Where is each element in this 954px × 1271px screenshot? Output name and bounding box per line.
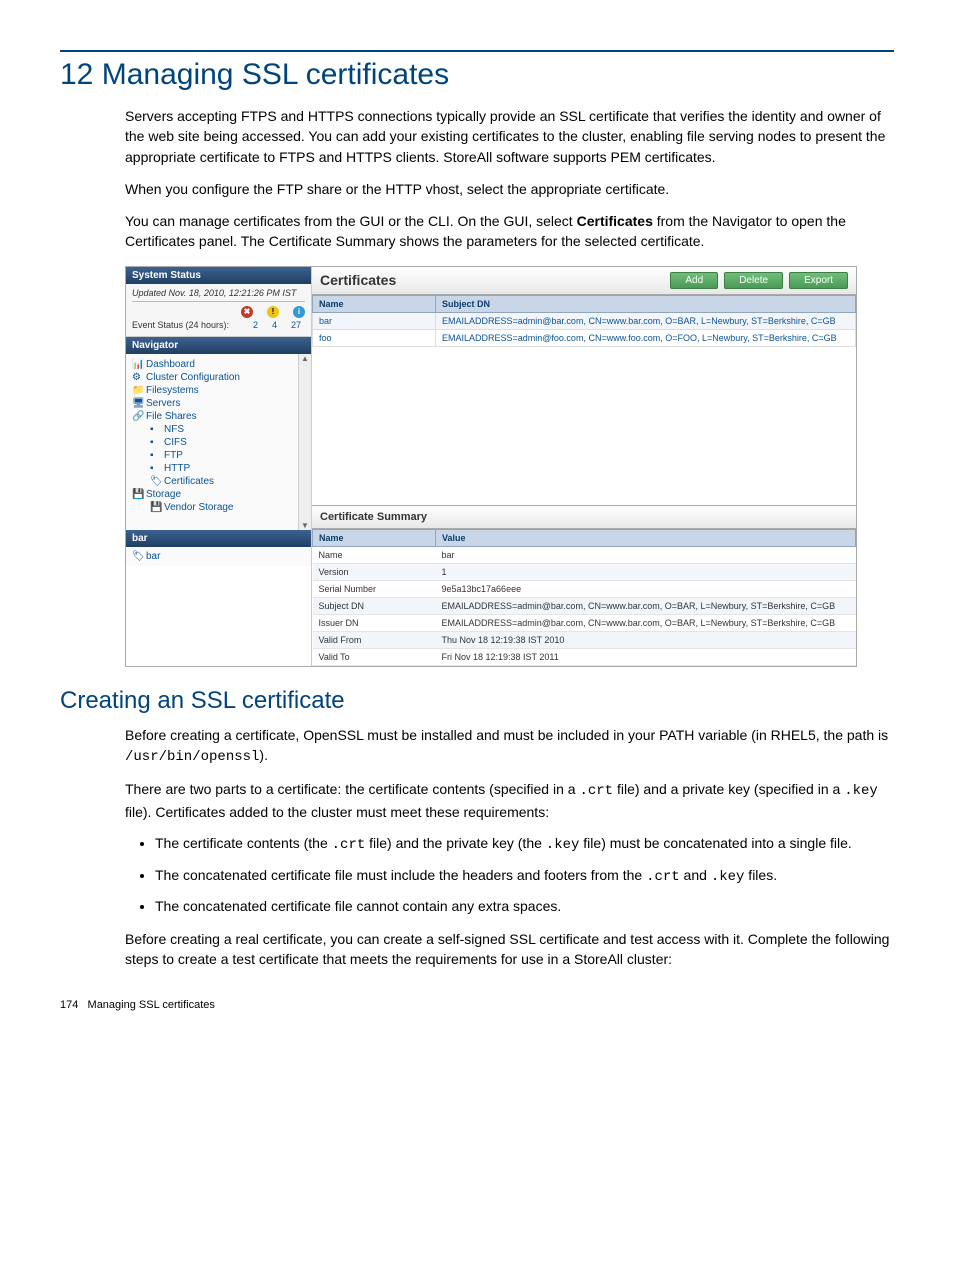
protocol-icon: ▪: [150, 424, 160, 434]
summary-row: Serial Number9e5a13bc17a66eee: [313, 580, 856, 597]
event-status-label: Event Status (24 hours):: [132, 320, 229, 330]
protocol-icon: ▪: [150, 463, 160, 473]
col-name[interactable]: Name: [313, 295, 436, 312]
summary-row: Version1: [313, 563, 856, 580]
nav-cifs[interactable]: ▪CIFS: [128, 436, 309, 449]
requirements-list: The certificate contents (the .crt file)…: [125, 834, 894, 917]
certificate-icon: 🏷: [132, 551, 142, 561]
protocol-icon: ▪: [150, 437, 160, 447]
summary-row: Subject DNEMAILADDRESS=admin@bar.com, CN…: [313, 597, 856, 614]
certificates-table: Name Subject DN barEMAILADDRESS=admin@ba…: [312, 295, 856, 347]
intro-p2: When you configure the FTP share or the …: [125, 179, 894, 199]
cert-row[interactable]: fooEMAILADDRESS=admin@foo.com, CN=www.fo…: [313, 329, 856, 346]
certificate-icon: 🏷: [150, 476, 160, 486]
add-button[interactable]: Add: [670, 272, 718, 289]
warning-icon: !: [267, 306, 279, 318]
disk-icon: 💾: [150, 502, 160, 512]
summary-row: Issuer DNEMAILADDRESS=admin@bar.com, CN=…: [313, 614, 856, 631]
share-icon: 🔗: [132, 411, 142, 421]
disk-icon: 💾: [132, 489, 142, 499]
info-icon: i: [293, 306, 305, 318]
summary-row: Namebar: [313, 546, 856, 563]
summary-row: Valid FromThu Nov 18 12:19:38 IST 2010: [313, 631, 856, 648]
footer-label: Managing SSL certificates: [88, 999, 215, 1011]
nav-http[interactable]: ▪HTTP: [128, 462, 309, 475]
event-count-info[interactable]: 27: [291, 320, 301, 330]
nav-ftp[interactable]: ▪FTP: [128, 449, 309, 462]
intro-p3: You can manage certificates from the GUI…: [125, 211, 894, 252]
nav-cluster-config[interactable]: ⚙Cluster Configuration: [128, 371, 309, 384]
nav-nfs[interactable]: ▪NFS: [128, 423, 309, 436]
scroll-down-icon[interactable]: ▼: [301, 521, 309, 530]
protocol-icon: ▪: [150, 450, 160, 460]
nav-filesystems[interactable]: 📁Filesystems: [128, 384, 309, 397]
status-updated: Updated Nov. 18, 2010, 12:21:26 PM IST: [132, 288, 305, 302]
chapter-rule: [60, 50, 894, 52]
scroll-up-icon[interactable]: ▲: [301, 354, 309, 363]
error-icon: ✖: [241, 306, 253, 318]
gui-screenshot: System Status Updated Nov. 18, 2010, 12:…: [125, 266, 857, 667]
sec2-p3: Before creating a real certificate, you …: [125, 929, 894, 970]
nav-vendor-storage[interactable]: 💾Vendor Storage: [128, 501, 309, 514]
list-item: The concatenated certificate file must i…: [155, 866, 894, 888]
chapter-heading: 12 Managing SSL certificates: [60, 58, 894, 92]
selected-item[interactable]: 🏷bar: [126, 547, 311, 566]
summary-table: Name Value Namebar Version1 Serial Numbe…: [312, 529, 856, 666]
intro-p1: Servers accepting FTPS and HTTPS connect…: [125, 106, 894, 167]
chapter-number: 12: [60, 58, 93, 91]
sec2-p1: Before creating a certificate, OpenSSL m…: [125, 725, 894, 768]
list-item: The certificate contents (the .crt file)…: [155, 834, 894, 856]
nav-dashboard[interactable]: 📊Dashboard: [128, 358, 309, 371]
delete-button[interactable]: Delete: [724, 272, 783, 289]
nav-storage[interactable]: 💾Storage: [128, 488, 309, 501]
nav-certificates[interactable]: 🏷Certificates: [128, 475, 309, 488]
page-footer: 174 Managing SSL certificates: [60, 999, 894, 1011]
folder-icon: 📁: [132, 385, 142, 395]
list-item: The concatenated certificate file cannot…: [155, 897, 894, 917]
summary-col-value: Value: [436, 529, 856, 546]
cert-row[interactable]: barEMAILADDRESS=admin@bar.com, CN=www.ba…: [313, 312, 856, 329]
chart-icon: 📊: [132, 359, 142, 369]
col-subject[interactable]: Subject DN: [436, 295, 856, 312]
certificates-title: Certificates: [320, 272, 396, 288]
gear-icon: ⚙: [132, 372, 142, 382]
system-status-header: System Status: [126, 267, 311, 284]
event-count-warn[interactable]: 4: [272, 320, 277, 330]
sec2-p2: There are two parts to a certificate: th…: [125, 779, 894, 822]
summary-row: Valid ToFri Nov 18 12:19:38 IST 2011: [313, 648, 856, 665]
nav-scrollbar[interactable]: ▲▼: [298, 354, 311, 530]
event-count-error[interactable]: 2: [253, 320, 258, 330]
chapter-title: Managing SSL certificates: [102, 58, 449, 91]
section-heading: Creating an SSL certificate: [60, 687, 894, 715]
export-button[interactable]: Export: [789, 272, 848, 289]
selected-panel-header: bar: [126, 530, 311, 547]
nav-file-shares[interactable]: 🔗File Shares: [128, 410, 309, 423]
page-number: 174: [60, 999, 78, 1011]
summary-col-name: Name: [313, 529, 436, 546]
summary-title: Certificate Summary: [312, 505, 856, 529]
server-icon: 🖥: [132, 398, 142, 408]
nav-servers[interactable]: 🖥Servers: [128, 397, 309, 410]
navigator-header: Navigator: [126, 337, 311, 354]
navigator-tree[interactable]: 📊Dashboard ⚙Cluster Configuration 📁Files…: [126, 354, 311, 530]
